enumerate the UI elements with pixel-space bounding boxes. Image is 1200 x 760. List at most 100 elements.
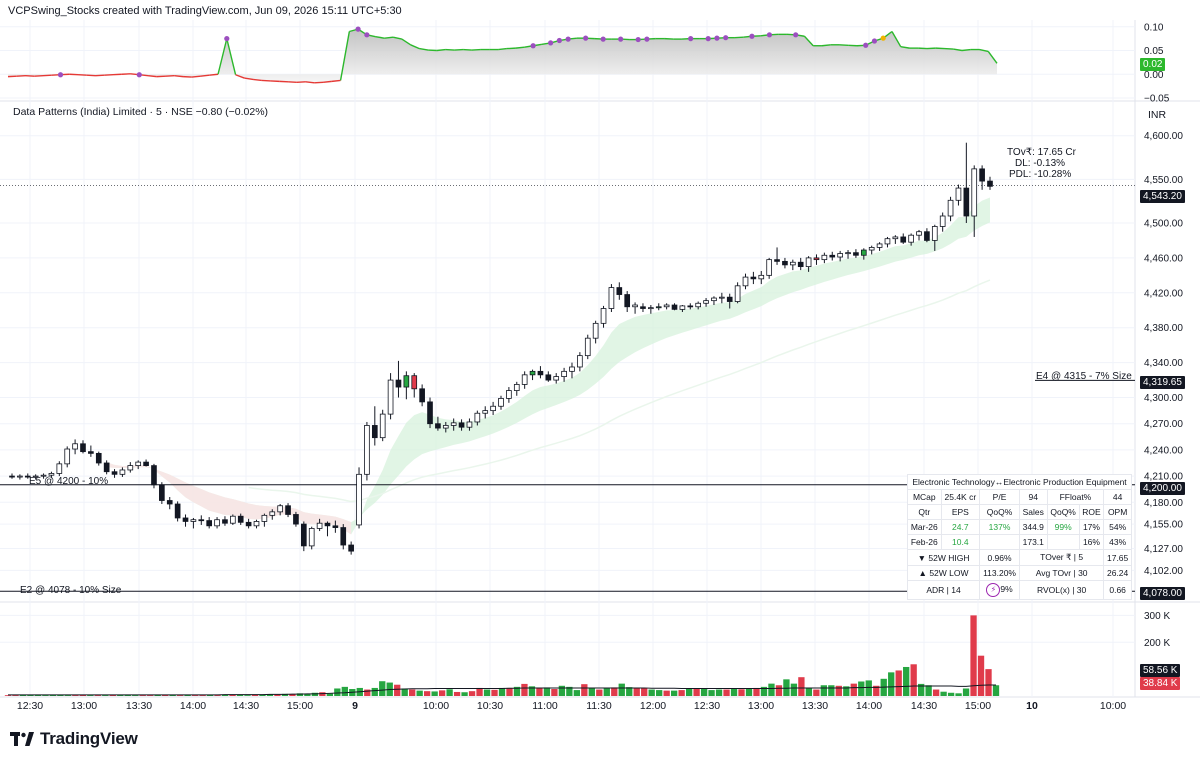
volume-bar — [835, 685, 842, 696]
candle-body — [616, 287, 623, 295]
table-cell: FFloat% — [1046, 489, 1105, 505]
candle-body — [395, 379, 402, 388]
osc-dot — [583, 35, 589, 41]
candle-body — [419, 388, 425, 403]
osc-dot — [749, 33, 755, 39]
candle-body — [892, 236, 899, 240]
candle-body — [466, 421, 473, 428]
candle-body — [829, 254, 836, 258]
price-tick-label: 4,180.00 — [1144, 498, 1183, 509]
osc-line-segment — [498, 47, 507, 51]
candle-body — [95, 452, 102, 464]
candle-body — [750, 276, 757, 280]
candle-body — [837, 253, 843, 258]
candle-body — [955, 187, 962, 201]
candle-body — [529, 370, 536, 376]
volume-bar — [753, 687, 760, 696]
volume-bar — [543, 687, 551, 696]
volume-bar — [573, 690, 581, 696]
watermark-text: VCPSwing_Stocks created with TradingView… — [8, 5, 402, 17]
osc-dot — [688, 36, 694, 42]
level-e4-label: E4 @ 4315 - 7% Size — [1036, 371, 1132, 382]
candle-body — [931, 226, 938, 241]
time-tick-label: 10:30 — [477, 700, 503, 712]
long-ema-line — [248, 279, 991, 503]
candle-body — [166, 500, 173, 505]
volume-badge-bottom: 38.84 K — [1140, 677, 1181, 690]
candle-body — [143, 461, 149, 467]
candle-body — [679, 305, 686, 310]
time-tick-label: 12:00 — [640, 700, 666, 712]
volume-bar — [850, 683, 857, 696]
tradingview-logo[interactable]: TradingView — [10, 729, 138, 749]
candle-body — [364, 425, 370, 475]
volume-bar — [723, 689, 730, 696]
time-tick-label: 11:00 — [532, 700, 558, 712]
volume-bar — [985, 669, 992, 696]
adr-value: 9% — [1000, 584, 1013, 594]
candle-body — [876, 243, 883, 248]
candle-body — [17, 475, 23, 478]
volume-bar — [768, 683, 775, 696]
candle-body — [640, 306, 646, 309]
volume-bar — [521, 683, 528, 696]
candle-body — [774, 259, 780, 262]
candle-body — [214, 519, 220, 527]
volume-bar — [805, 687, 813, 696]
osc-dot — [635, 36, 641, 43]
volume-bar — [453, 691, 461, 696]
volume-bar — [708, 690, 715, 696]
osc-line-segment — [515, 46, 525, 49]
candle-body — [671, 304, 678, 310]
candle-body — [821, 254, 828, 261]
price-tick-label: 4,340.00 — [1144, 358, 1183, 369]
candle-body — [427, 401, 433, 425]
volume-bar — [745, 688, 753, 696]
candle-body — [261, 514, 268, 522]
candle-body — [435, 423, 441, 429]
candle-body — [813, 257, 820, 261]
candle-body — [293, 514, 299, 525]
candle-body — [348, 544, 354, 552]
volume-bar — [394, 684, 401, 696]
brand-name: TradingView — [40, 729, 138, 748]
osc-dot — [871, 38, 878, 44]
lightning-icon[interactable]: ⚡ — [986, 583, 1001, 597]
osc-dot — [644, 36, 650, 42]
time-tick-label: 9 — [352, 700, 358, 712]
table-cell: 10.4 — [940, 534, 981, 550]
time-tick-label: 15:00 — [287, 700, 313, 712]
osc-line-segment — [384, 36, 394, 39]
volume-bar — [992, 685, 1000, 696]
osc-dot — [863, 42, 869, 48]
candle-body — [80, 443, 86, 453]
volume-bar — [558, 685, 566, 696]
candle-body — [269, 511, 276, 516]
table-cell: QoQ% — [1046, 504, 1080, 520]
candle-body — [111, 471, 118, 475]
candle-body — [285, 505, 291, 515]
osc-line-segment — [200, 74, 210, 77]
candle-body — [340, 527, 347, 546]
table-cell: 0.66 — [1103, 580, 1132, 600]
candle-body — [300, 523, 307, 547]
volume-bar — [536, 687, 543, 696]
currency-label: INR — [1148, 109, 1167, 121]
table-row: ADR | 14 ⚡ 9% RVOL(x) | 30 0.66 — [906, 580, 1132, 600]
osc-line-segment — [961, 48, 971, 52]
table-cell: Avg TOvr | 30 — [1018, 565, 1105, 581]
table-row: MCap 25.4K cr P/E 94 FFloat% 44 — [907, 489, 1132, 505]
table-cell: Mar-26 — [907, 519, 942, 535]
osc-line-segment — [174, 74, 184, 78]
candle-body — [537, 370, 544, 376]
volume-bar — [775, 685, 783, 696]
osc-dot — [530, 43, 536, 49]
candle-body — [490, 405, 496, 412]
table-cell: 137% — [979, 519, 1020, 535]
time-tick-label: 12:30 — [694, 700, 720, 712]
volume-bar — [379, 681, 386, 696]
volume-bar — [581, 684, 588, 696]
candle-body — [482, 410, 489, 414]
candle-body — [742, 276, 749, 287]
candle-body — [127, 465, 134, 471]
